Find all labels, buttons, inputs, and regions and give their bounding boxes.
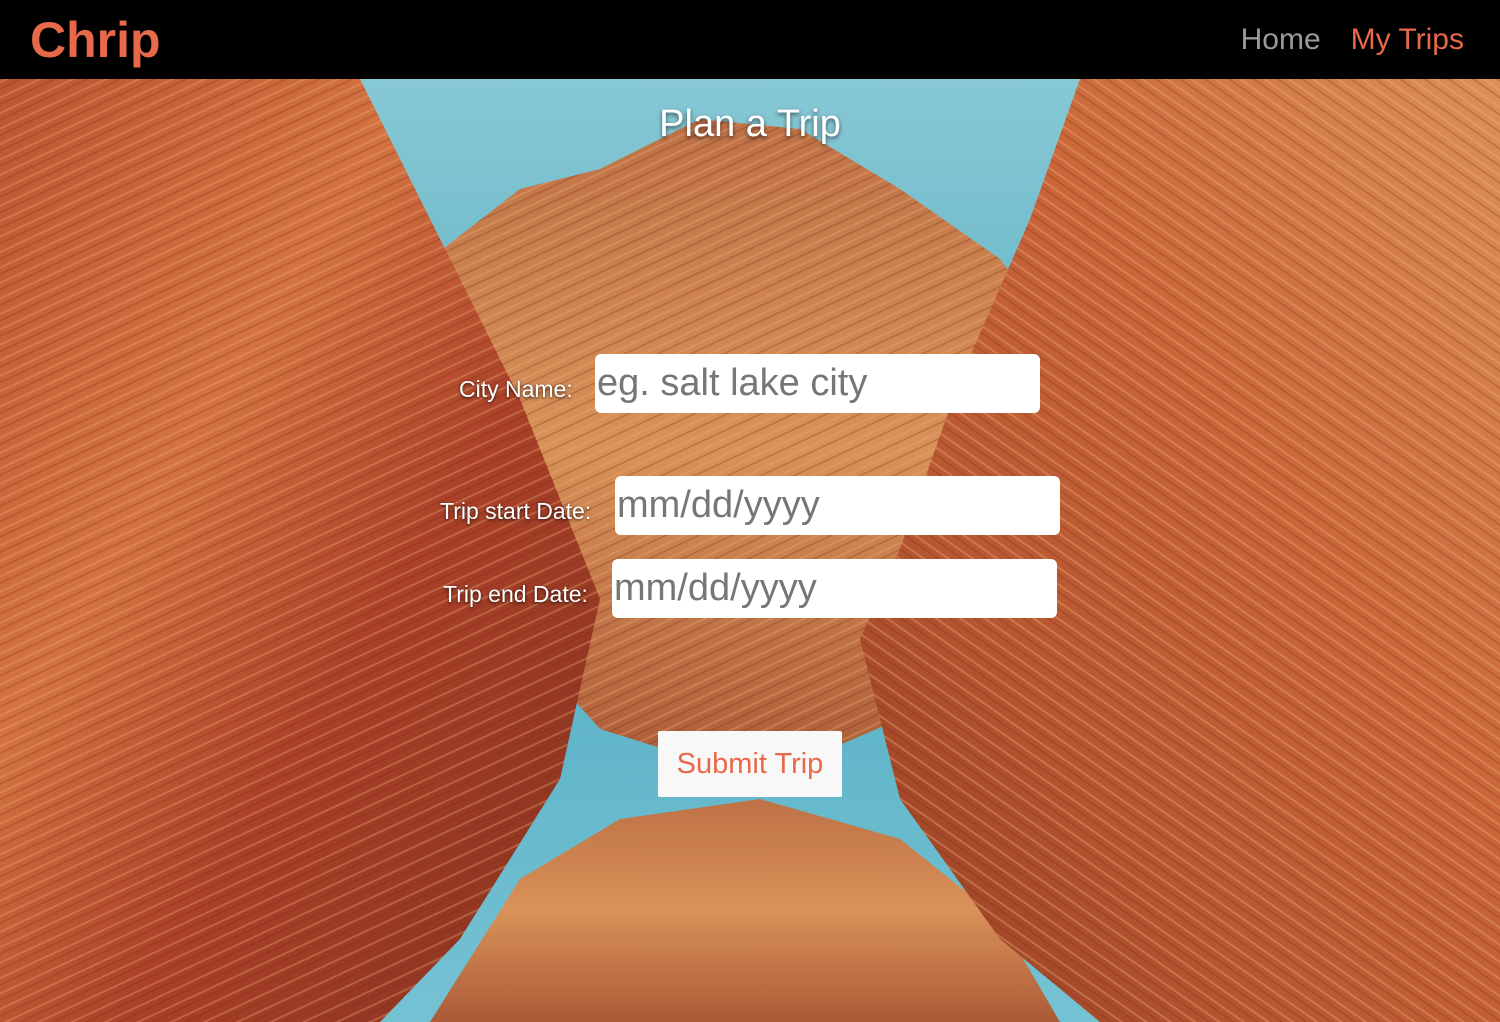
submit-trip-button[interactable]: Submit Trip: [658, 731, 842, 797]
hero-section: Plan a Trip City Name: Trip start Date: …: [0, 79, 1500, 1022]
city-name-label: City Name:: [459, 376, 573, 402]
nav-links: Home My Trips: [1241, 20, 1464, 60]
brand-logo[interactable]: Chrip: [30, 10, 161, 70]
nav-link-home[interactable]: Home: [1241, 20, 1321, 60]
nav-link-my-trips[interactable]: My Trips: [1351, 20, 1464, 60]
page-title: Plan a Trip: [659, 103, 841, 145]
trip-end-date-input[interactable]: [612, 559, 1057, 618]
trip-start-date-input[interactable]: [615, 476, 1060, 535]
navbar: Chrip Home My Trips: [0, 0, 1500, 79]
trip-end-date-label: Trip end Date:: [443, 581, 588, 607]
city-name-input[interactable]: [595, 354, 1040, 413]
canyon-background-image: [0, 79, 1500, 1022]
trip-start-date-label: Trip start Date:: [440, 498, 592, 524]
